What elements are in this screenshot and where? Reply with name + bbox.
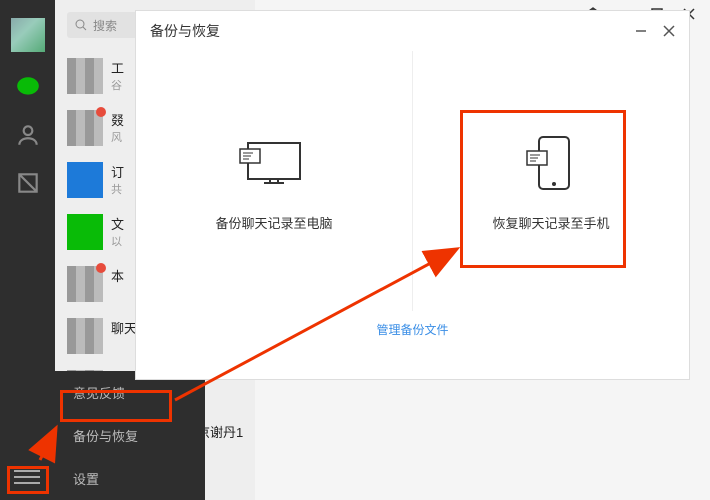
- dialog-title: 备份与恢复: [150, 21, 220, 41]
- menu-backup-restore[interactable]: 备份与恢复: [55, 414, 205, 457]
- chat-avatar: [67, 318, 103, 354]
- search-placeholder: 搜索: [93, 17, 117, 34]
- chat-avatar: [67, 110, 103, 146]
- more-menu: 意见反馈 备份与恢复 设置: [55, 371, 205, 500]
- chat-icon[interactable]: [15, 74, 41, 100]
- dialog-close-icon[interactable]: [663, 25, 675, 37]
- manage-backup-link[interactable]: 管理备份文件: [136, 311, 689, 338]
- dialog-minimize-icon[interactable]: [635, 25, 647, 37]
- contacts-icon[interactable]: [15, 122, 41, 148]
- chat-avatar: [67, 58, 103, 94]
- restore-to-phone-label: 恢复聊天记录至手机: [492, 213, 609, 232]
- menu-settings[interactable]: 设置: [55, 457, 205, 500]
- monitor-icon: [234, 131, 314, 195]
- avatar[interactable]: [11, 18, 45, 52]
- phone-icon: [511, 131, 591, 195]
- hamburger-menu-icon[interactable]: [14, 466, 40, 486]
- unread-dot: [96, 263, 106, 273]
- chat-avatar: [67, 162, 103, 198]
- chat-avatar: [67, 214, 103, 250]
- favorites-icon[interactable]: [15, 170, 41, 196]
- dialog-header: 备份与恢复: [136, 11, 689, 51]
- backup-dialog: 备份与恢复 备份聊天记录至电脑 恢复聊天记录至手机 管理备份文件: [135, 10, 690, 380]
- sidebar: [0, 0, 55, 500]
- unread-dot: [96, 107, 106, 117]
- restore-to-phone-option[interactable]: 恢复聊天记录至手机: [412, 51, 689, 311]
- backup-to-pc-option[interactable]: 备份聊天记录至电脑: [136, 51, 412, 311]
- chat-avatar: [67, 266, 103, 302]
- backup-to-pc-label: 备份聊天记录至电脑: [215, 213, 332, 232]
- search-icon: [75, 19, 87, 31]
